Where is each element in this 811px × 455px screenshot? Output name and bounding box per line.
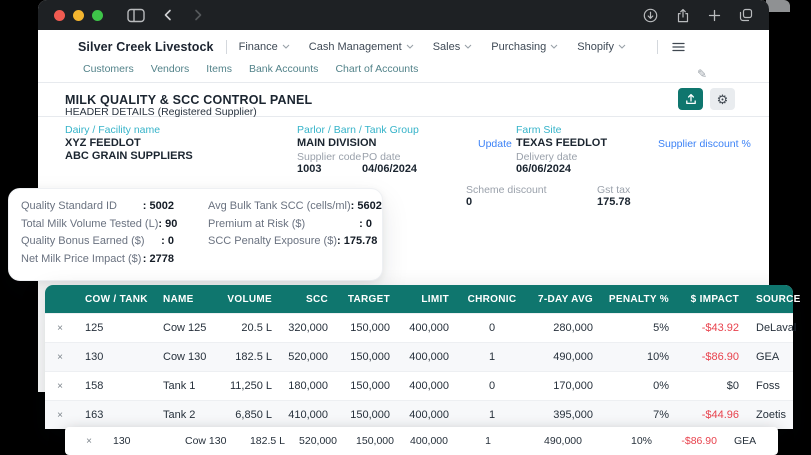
col-limit: LIMIT (421, 293, 449, 305)
facility-label: Dairy / Facility name (65, 124, 161, 136)
col-target: TARGET (347, 293, 390, 305)
col-volume: VOLUME (227, 293, 272, 305)
gst-tax-label: Gst tax (597, 184, 631, 196)
delivery-date-value: 06/06/2024 (516, 163, 572, 175)
metric-net-milk-price-impact: Net Milk Price Impact ($) 2778 (21, 253, 174, 271)
chevron-down-icon (550, 44, 558, 49)
table-row: × 158 Tank 1 11,250 L 180,000 150,000 40… (45, 371, 793, 400)
export-button[interactable] (678, 88, 703, 110)
metric-total-milk-volume: Total Milk Volume Tested (L) 90 (21, 218, 177, 236)
edit-pencil-icon[interactable]: ✎ (697, 67, 707, 81)
floating-table-row: × 130 Cow 130 182.5 L 520,000 150,000 40… (65, 427, 778, 455)
delete-row-icon[interactable]: × (45, 381, 75, 392)
subnav-bank-accounts[interactable]: Bank Accounts (249, 63, 318, 75)
farm-site-value: TEXAS FEEDLOT (516, 137, 608, 149)
gear-icon: ⚙ (716, 91, 729, 107)
background-window-corner (766, 0, 790, 12)
table-row: × 130 Cow 130 182.5 L 520,000 150,000 40… (45, 342, 793, 371)
chevron-down-icon (464, 44, 472, 49)
app-navigation: Silver Creek Livestock Finance Cash Mana… (38, 30, 769, 83)
metric-premium-at-risk: Premium at Risk ($) 0 (208, 218, 372, 236)
col-name: NAME (163, 293, 194, 305)
table-row: × 163 Tank 2 6,850 L 410,000 150,000 400… (45, 400, 793, 429)
metric-quality-bonus: Quality Bonus Earned ($) 0 (21, 235, 174, 253)
upload-icon (685, 93, 696, 105)
supplier-code-label: Supplier code (297, 151, 362, 163)
col-7-day-avg: 7-DAY AVG (538, 293, 593, 305)
nav-divider (225, 39, 227, 54)
settings-button[interactable]: ⚙ (710, 88, 735, 110)
table-row: × 125 Cow 125 20.5 L 320,000 150,000 400… (45, 313, 796, 342)
metric-scc-penalty-exposure: SCC Penalty Exposure ($) 175.78 (208, 235, 377, 253)
delete-row-icon[interactable]: × (45, 352, 75, 363)
quality-metrics-panel: Quality Standard ID 5002 Total Milk Volu… (8, 188, 383, 281)
metric-avg-bulk-tank-scc: Avg Bulk Tank SCC (cells/ml) 5602 (208, 200, 382, 218)
parlor-value: MAIN DIVISION (297, 137, 377, 149)
col-penalty: PENALTY % (608, 293, 669, 305)
delivery-date-label: Delivery date (516, 151, 578, 163)
chevron-down-icon (406, 44, 414, 49)
subnav-customers[interactable]: Customers (83, 63, 134, 75)
subnav-items[interactable]: Items (206, 63, 232, 75)
metric-quality-standard-id: Quality Standard ID 5002 (21, 200, 174, 218)
farm-site-label: Farm Site (516, 124, 562, 136)
col-scc: SCC (305, 293, 328, 305)
menu-sales[interactable]: Sales (433, 41, 473, 53)
menu-purchasing[interactable]: Purchasing (491, 41, 558, 53)
delete-row-icon[interactable]: × (45, 323, 75, 334)
share-icon[interactable] (676, 8, 690, 23)
nav-divider (657, 39, 658, 54)
delete-row-icon[interactable]: × (45, 410, 75, 421)
browser-chrome (38, 0, 769, 30)
facility-value-1: XYZ FEEDLOT (65, 137, 141, 149)
sub-navigation: Customers Vendors Items Bank Accounts Ch… (38, 62, 769, 76)
tab-overview-icon[interactable] (739, 8, 753, 22)
menu-finance[interactable]: Finance (239, 41, 290, 53)
col-cow-tank: COW / TANK (85, 293, 148, 305)
facility-value-2: ABC GRAIN SUPPLIERS (65, 150, 193, 162)
scheme-discount-label: Scheme discount (466, 184, 547, 196)
table-header-row: COW / TANK NAME VOLUME SCC TARGET LIMIT … (45, 285, 801, 313)
po-date-value: 04/06/2024 (362, 163, 418, 175)
section-title: HEADER DETAILS (Registered Supplier) (65, 106, 257, 118)
parlor-label: Parlor / Barn / Tank Group (297, 124, 419, 136)
subnav-chart-of-accounts[interactable]: Chart of Accounts (335, 63, 418, 75)
sidebar-toggle-icon[interactable] (127, 8, 145, 23)
po-date-label: PO date (362, 151, 401, 163)
page-title: MILK QUALITY & SCC CONTROL PANEL (65, 92, 313, 107)
col-chronic: CHRONIC (467, 293, 517, 305)
chevron-down-icon (618, 44, 626, 49)
forward-button[interactable] (191, 8, 205, 22)
supplier-code-value: 1003 (297, 163, 322, 175)
back-button[interactable] (161, 8, 175, 22)
new-tab-icon[interactable] (708, 9, 721, 22)
col-source: SOURCE (756, 293, 801, 305)
supplier-discount-link[interactable]: Supplier discount % (658, 138, 751, 150)
chevron-down-icon (282, 44, 290, 49)
menu-shopify[interactable]: Shopify (577, 41, 626, 53)
scheme-discount-value: 0 (466, 196, 473, 208)
scc-data-table: COW / TANK NAME VOLUME SCC TARGET LIMIT … (45, 285, 801, 429)
downloads-icon[interactable] (643, 8, 658, 23)
update-link[interactable]: Update (478, 138, 512, 150)
delete-row-icon[interactable]: × (75, 436, 103, 447)
gst-tax-value: 175.78 (597, 196, 631, 208)
subnav-vendors[interactable]: Vendors (151, 63, 190, 75)
close-window-button[interactable] (54, 9, 65, 21)
brand-title[interactable]: Silver Creek Livestock (78, 40, 214, 54)
minimize-window-button[interactable] (73, 9, 84, 21)
maximize-window-button[interactable] (92, 9, 103, 21)
col-impact: $ IMPACT (690, 293, 739, 305)
menu-cash-management[interactable]: Cash Management (309, 41, 414, 53)
hamburger-menu-icon[interactable] (672, 42, 685, 52)
